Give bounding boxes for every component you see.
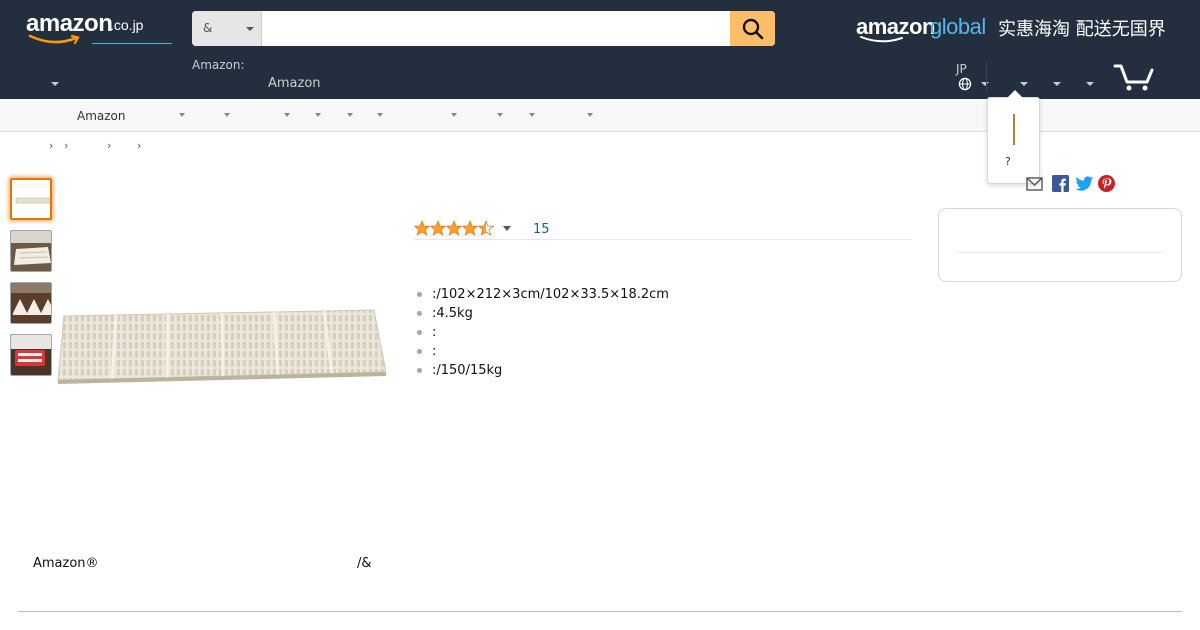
logo-underline — [92, 43, 172, 44]
global-smile-icon — [860, 36, 903, 43]
search-icon — [742, 18, 763, 39]
chevron-down-icon[interactable] — [1020, 82, 1028, 86]
chevron-down-icon — [246, 27, 254, 31]
breadcrumb-separator: › — [107, 139, 112, 152]
chevron-down-icon[interactable] — [284, 113, 290, 117]
cart-icon[interactable] — [1113, 62, 1155, 92]
chevron-down-icon[interactable] — [1053, 82, 1061, 86]
chevron-down-icon[interactable] — [179, 113, 185, 117]
chevron-down-icon[interactable] — [529, 113, 535, 117]
divider — [414, 239, 912, 240]
popover-arrow — [1007, 90, 1023, 98]
feature-bullet: :/102×212×3cm/102×33.5×18.2cm — [414, 285, 669, 304]
thumbnail-image — [11, 335, 51, 375]
breadcrumb-separator: › — [137, 139, 142, 152]
twitter-share-icon[interactable] — [1075, 175, 1094, 192]
divider — [18, 611, 1182, 612]
nav-divider — [986, 62, 987, 92]
search-button[interactable] — [730, 11, 775, 46]
search-bar: & — [192, 11, 775, 46]
brand-store-suffix: /& — [357, 556, 372, 571]
top-nav-bar: amazon .co.jp & amazon global 实惠海淘 配送无国界… — [0, 0, 1200, 99]
chevron-down-icon[interactable] — [497, 113, 503, 117]
global-slogan: 实惠海淘 配送无国界 — [998, 19, 1166, 40]
language-label[interactable]: JP — [956, 62, 967, 76]
pinterest-share-icon[interactable] — [1098, 175, 1115, 192]
deliver-to-location[interactable]: Amazon — [268, 76, 321, 91]
buy-box — [938, 208, 1182, 282]
chevron-down-icon[interactable] — [224, 113, 230, 117]
product-thumbnail-2[interactable] — [10, 230, 52, 272]
product-main-image[interactable] — [56, 296, 396, 392]
search-department-select[interactable]: & — [192, 11, 262, 46]
category-nav-label[interactable]: Amazon — [77, 109, 126, 123]
account-popover: ? — [987, 90, 1040, 184]
chevron-down-icon[interactable] — [503, 226, 511, 231]
facebook-share-icon[interactable] — [1052, 175, 1069, 192]
chevron-down-icon[interactable] — [1086, 82, 1094, 86]
chevron-down-icon[interactable] — [347, 113, 353, 117]
email-share-icon[interactable] — [1026, 175, 1043, 192]
chevron-down-icon[interactable] — [51, 82, 59, 86]
popover-text[interactable]: ? — [1005, 155, 1011, 168]
feature-bullet: : — [414, 323, 669, 342]
globe-icon[interactable] — [958, 77, 972, 91]
chevron-down-icon[interactable] — [981, 82, 989, 86]
brand-store-text: Amazon® — [33, 556, 99, 571]
review-count-link[interactable]: 15 — [533, 222, 550, 237]
breadcrumb-separator: › — [49, 139, 54, 152]
chevron-down-icon[interactable] — [377, 113, 383, 117]
star-rating[interactable] — [414, 220, 498, 236]
divider — [957, 252, 1163, 253]
product-thumbnail-3[interactable] — [10, 282, 52, 324]
deliver-to-label: Amazon: — [192, 58, 245, 72]
chevron-down-icon[interactable] — [451, 113, 457, 117]
feature-bullet: :4.5kg — [414, 304, 669, 323]
feature-bullet: :/150/15kg — [414, 361, 669, 380]
chevron-down-icon[interactable] — [315, 113, 321, 117]
thumbnail-image — [11, 283, 51, 323]
logo-smile-icon — [28, 34, 80, 45]
breadcrumb-separator: › — [64, 139, 69, 152]
popover-signin-button[interactable] — [1013, 114, 1015, 145]
product-thumbnail-1[interactable] — [10, 178, 52, 220]
search-input[interactable] — [263, 11, 730, 46]
thumbnail-image — [11, 231, 51, 271]
chevron-down-icon[interactable] — [587, 113, 593, 117]
feature-bullet: : — [414, 342, 669, 361]
global-logo-part2: global — [930, 14, 986, 39]
product-thumbnail-4[interactable] — [10, 334, 52, 376]
thumbnail-image — [12, 180, 50, 218]
logo-tld: .co.jp — [110, 17, 144, 33]
feature-bullets: :/102×212×3cm/102×33.5×18.2cm :4.5kg : :… — [414, 285, 669, 380]
search-department-label: & — [203, 21, 213, 35]
amazon-global-banner[interactable]: amazon global 实惠海淘 配送无国界 — [856, 14, 1186, 44]
amazon-logo[interactable]: amazon .co.jp — [26, 10, 172, 46]
